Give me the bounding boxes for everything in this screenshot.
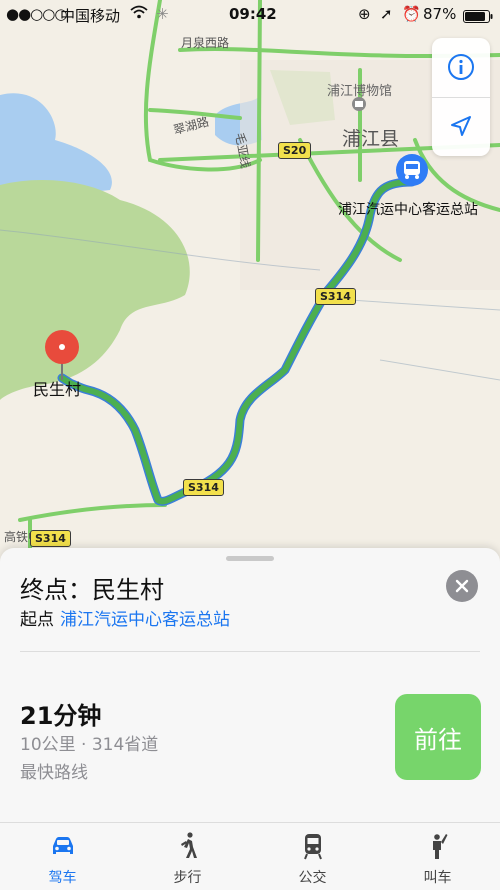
tab-label: 驾车 bbox=[48, 870, 77, 886]
county-label: 浦江县 bbox=[342, 128, 400, 150]
tab-label: 公交 bbox=[298, 870, 327, 886]
close-icon bbox=[455, 579, 469, 593]
signal-strength: ●●○○○ bbox=[6, 5, 67, 23]
bus-station-label: 浦江汽运中心客运总站 bbox=[338, 202, 478, 218]
tab-drive[interactable]: 驾车 bbox=[0, 823, 125, 890]
highway-shield: S314 bbox=[183, 479, 224, 496]
status-bar: ●●○○○ 中国移动 ✳ 09:42 ⊕ ➚ ⏰ 87% bbox=[0, 0, 500, 28]
tab-label: 叫车 bbox=[423, 870, 452, 886]
origin-row: 起点 浦江汽运中心客运总站 bbox=[20, 605, 230, 630]
route-note: 最快路线 bbox=[20, 763, 88, 783]
highway-shield: S314 bbox=[30, 530, 71, 547]
bus-station-marker-icon[interactable] bbox=[396, 154, 428, 186]
tab-transit[interactable]: 公交 bbox=[250, 823, 375, 890]
ride-icon bbox=[432, 834, 447, 859]
close-button[interactable] bbox=[446, 570, 478, 602]
origin-link[interactable]: 浦江汽运中心客运总站 bbox=[60, 610, 230, 630]
road-label-yuequan: 月泉西路 bbox=[181, 36, 230, 50]
sheet-grabber[interactable] bbox=[226, 556, 274, 561]
info-button[interactable] bbox=[432, 38, 490, 96]
info-icon bbox=[448, 54, 474, 80]
battery-icon bbox=[463, 9, 493, 27]
divider bbox=[20, 651, 480, 652]
transport-tab-bar: 驾车 步行 公交 叫车 bbox=[0, 822, 500, 890]
location-arrow-icon bbox=[451, 116, 471, 136]
clock: 09:42 bbox=[229, 5, 277, 23]
highway-shield: S20 bbox=[278, 142, 312, 159]
village-label: 民生村 bbox=[33, 380, 82, 399]
highway-shield: S314 bbox=[315, 288, 356, 305]
carrier-name: 中国移动 bbox=[60, 7, 121, 25]
loading-icon: ✳ bbox=[156, 5, 169, 23]
location-services-icon: ➚ bbox=[380, 5, 393, 23]
go-button[interactable]: 前往 bbox=[395, 694, 481, 780]
route-distance: 10公里 · 314省道 bbox=[20, 735, 159, 755]
car-icon bbox=[52, 837, 73, 854]
tab-ride[interactable]: 叫车 bbox=[375, 823, 500, 890]
route-duration: 21分钟 bbox=[20, 702, 102, 730]
walk-icon bbox=[180, 832, 197, 858]
origin-prefix: 起点 bbox=[20, 610, 54, 630]
map-controls bbox=[432, 38, 490, 156]
tab-label: 步行 bbox=[173, 870, 202, 886]
tab-walk[interactable]: 步行 bbox=[125, 823, 250, 890]
battery-percent: 87% bbox=[423, 5, 457, 23]
alarm-icon: ⏰ bbox=[402, 5, 421, 23]
rotation-lock-icon: ⊕ bbox=[358, 5, 371, 23]
wifi-icon bbox=[130, 5, 148, 23]
current-location-button[interactable] bbox=[432, 98, 490, 156]
museum-icon bbox=[352, 97, 366, 111]
museum-label: 浦江博物馆 bbox=[327, 84, 393, 99]
destination-title: 终点：民生村 bbox=[20, 576, 164, 604]
map-view[interactable] bbox=[0, 0, 500, 560]
transit-icon bbox=[303, 834, 322, 860]
